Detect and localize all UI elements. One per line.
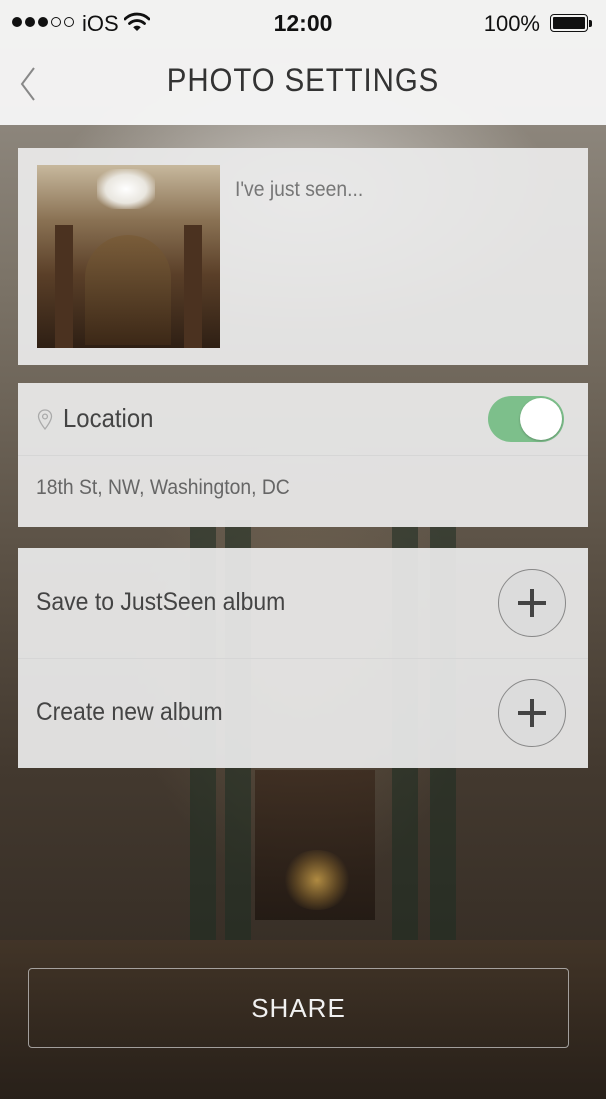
create-album-label: Create new album (36, 698, 223, 726)
caption-input[interactable]: I've just seen... (235, 178, 363, 202)
location-row: Location (18, 383, 588, 456)
location-card: Location 18th St, NW, Washington, DC (18, 383, 588, 527)
create-album-row[interactable]: Create new album (18, 658, 588, 768)
status-bar: iOS 12:00 100% (0, 0, 606, 48)
plus-icon (518, 699, 546, 727)
location-pin-icon (37, 409, 53, 431)
location-label: Location (63, 403, 154, 433)
save-to-album-label: Save to JustSeen album (36, 588, 286, 616)
albums-card: Save to JustSeen album Create new album (18, 548, 588, 768)
share-label: SHARE (251, 992, 346, 1023)
share-button[interactable]: SHARE (28, 968, 569, 1048)
toggle-knob (520, 398, 562, 440)
create-album-button[interactable] (498, 679, 566, 747)
background-sunburst (282, 850, 352, 910)
save-to-album-button[interactable] (498, 569, 566, 637)
photo-thumbnail[interactable] (37, 165, 220, 348)
plus-icon (518, 589, 546, 617)
location-toggle[interactable] (488, 396, 564, 442)
top-bar: iOS 12:00 100% PHOTO SETTINGS (0, 0, 606, 125)
photo-card: I've just seen... (18, 148, 588, 365)
battery-icon (550, 14, 594, 34)
save-to-album-row[interactable]: Save to JustSeen album (18, 548, 588, 659)
battery-percentage: 100% (483, 11, 540, 36)
page-title: PHOTO SETTINGS (166, 62, 440, 98)
location-address: 18th St, NW, Washington, DC (36, 476, 290, 499)
